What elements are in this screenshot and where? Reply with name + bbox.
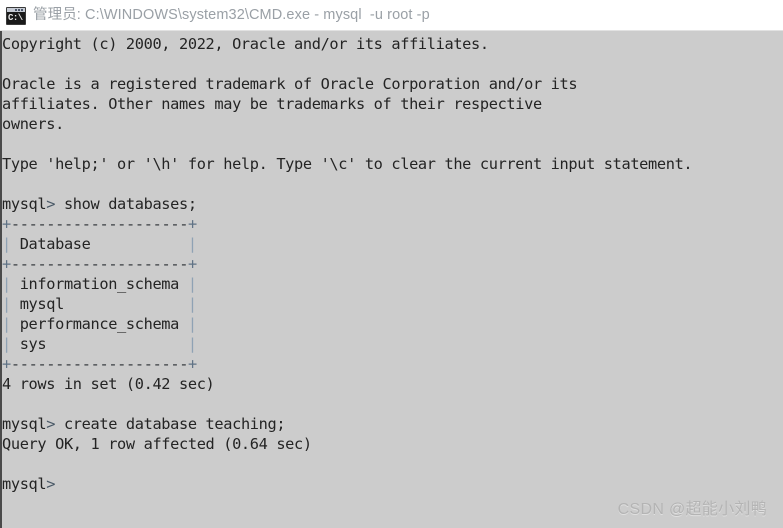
console-line: mysql> — [2, 475, 56, 493]
console-line: +--------------------+ — [2, 215, 197, 233]
console-line: | sys | — [2, 335, 197, 353]
console-line: 4 rows in set (0.42 sec) — [2, 375, 215, 393]
console-line: | information_schema | — [2, 275, 197, 293]
console-line: | mysql | — [2, 295, 197, 313]
console-output-area[interactable]: Copyright (c) 2000, 2022, Oracle and/or … — [0, 31, 783, 528]
console-line: owners. — [2, 115, 64, 133]
cmd-console-icon: C:\. — [6, 7, 26, 25]
console-line: | Database | — [2, 235, 197, 253]
console-line: Oracle is a registered trademark of Orac… — [2, 75, 578, 93]
console-line: Type 'help;' or '\h' for help. Type '\c'… — [2, 155, 693, 173]
console-line: +--------------------+ — [2, 355, 197, 373]
console-line: | performance_schema | — [2, 315, 197, 333]
console-line: Query OK, 1 row affected (0.64 sec) — [2, 435, 312, 453]
console-line: mysql> create database teaching; — [2, 415, 286, 433]
console-text-buffer: Copyright (c) 2000, 2022, Oracle and/or … — [2, 34, 783, 494]
console-line: +--------------------+ — [2, 255, 197, 273]
window-title-text: 管理员: C:\WINDOWS\system32\CMD.exe - mysql… — [33, 7, 430, 23]
cmd-icon-glyph: C:\. — [8, 13, 24, 23]
console-line: affiliates. Other names may be trademark… — [2, 95, 542, 113]
console-line: Copyright (c) 2000, 2022, Oracle and/or … — [2, 35, 489, 53]
csdn-watermark: CSDN @超能小刘鸭 — [617, 501, 767, 518]
console-line: mysql> show databases; — [2, 195, 197, 213]
window-title-bar[interactable]: C:\. 管理员: C:\WINDOWS\system32\CMD.exe - … — [0, 0, 783, 31]
cmd-terminal-window: C:\. 管理员: C:\WINDOWS\system32\CMD.exe - … — [0, 0, 783, 528]
